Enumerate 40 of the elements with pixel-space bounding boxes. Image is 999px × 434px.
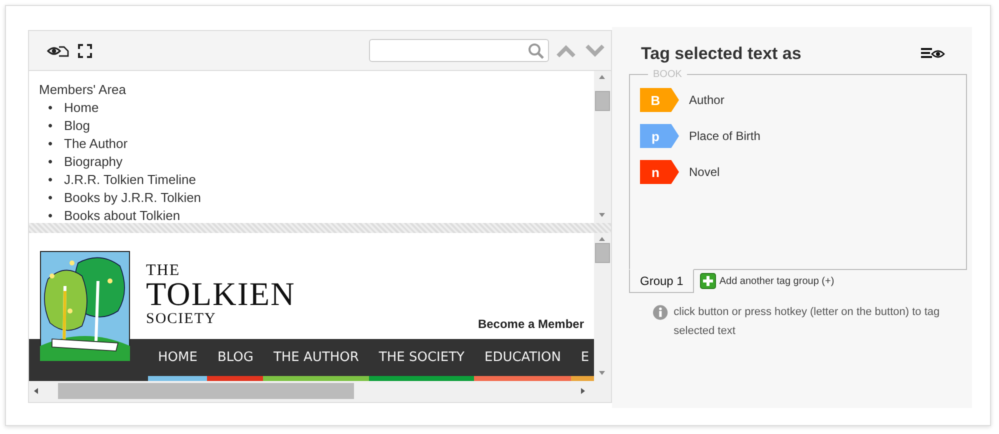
add-group-link[interactable]: Add another tag group (+) [719,276,834,286]
menu-link[interactable]: Biography [64,153,123,171]
tag-label: Place of Birth [689,129,760,143]
info-icon [653,305,668,320]
search-icon[interactable] [528,42,544,58]
bullet: • [48,99,54,117]
bullet: • [48,207,54,223]
group-tab[interactable]: Group 1 [629,269,694,293]
become-member-link[interactable]: Become a Member [478,317,594,331]
menu-link[interactable]: Home [64,99,99,117]
site-title: TOLKIEN [146,279,296,311]
tag-label: Novel [689,165,720,179]
tag-label: Author [689,93,724,107]
menu-link[interactable]: Blog [64,117,90,135]
bullet: • [48,189,54,207]
hint-text: click button or press hotkey (letter on the button) to tag selected text [674,305,941,339]
menu-link[interactable]: Books by J.R.R. Tolkien [64,189,202,207]
splitter[interactable] [29,223,611,233]
chevron-up-icon[interactable] [556,44,576,58]
scrollbar[interactable] [594,71,611,223]
bullet: • [48,171,54,189]
list-eye-icon[interactable] [921,48,945,60]
chevron-down-icon[interactable] [585,44,605,58]
menu-link[interactable]: J.R.R. Tolkien Timeline [64,171,196,189]
menu-link[interactable]: Books about Tolkien [64,207,180,223]
tag-button[interactable]: n [640,160,679,184]
panel-title: Tag selected text as [641,44,802,64]
menu-link[interactable]: The Author [64,135,128,153]
bullet: • [48,117,54,135]
bullet: • [48,135,54,153]
scrollbar[interactable] [594,233,611,381]
bullet: • [48,153,54,171]
site-title: THE [146,263,182,279]
group-legend: BOOK [648,69,687,80]
plus-icon[interactable] [700,273,716,289]
site-title: SOCIETY [146,311,218,327]
fullscreen-icon[interactable] [78,44,92,58]
menu-heading: Members' Area [39,81,128,99]
search-field[interactable] [369,39,549,62]
eye-tag-icon[interactable] [47,44,69,58]
